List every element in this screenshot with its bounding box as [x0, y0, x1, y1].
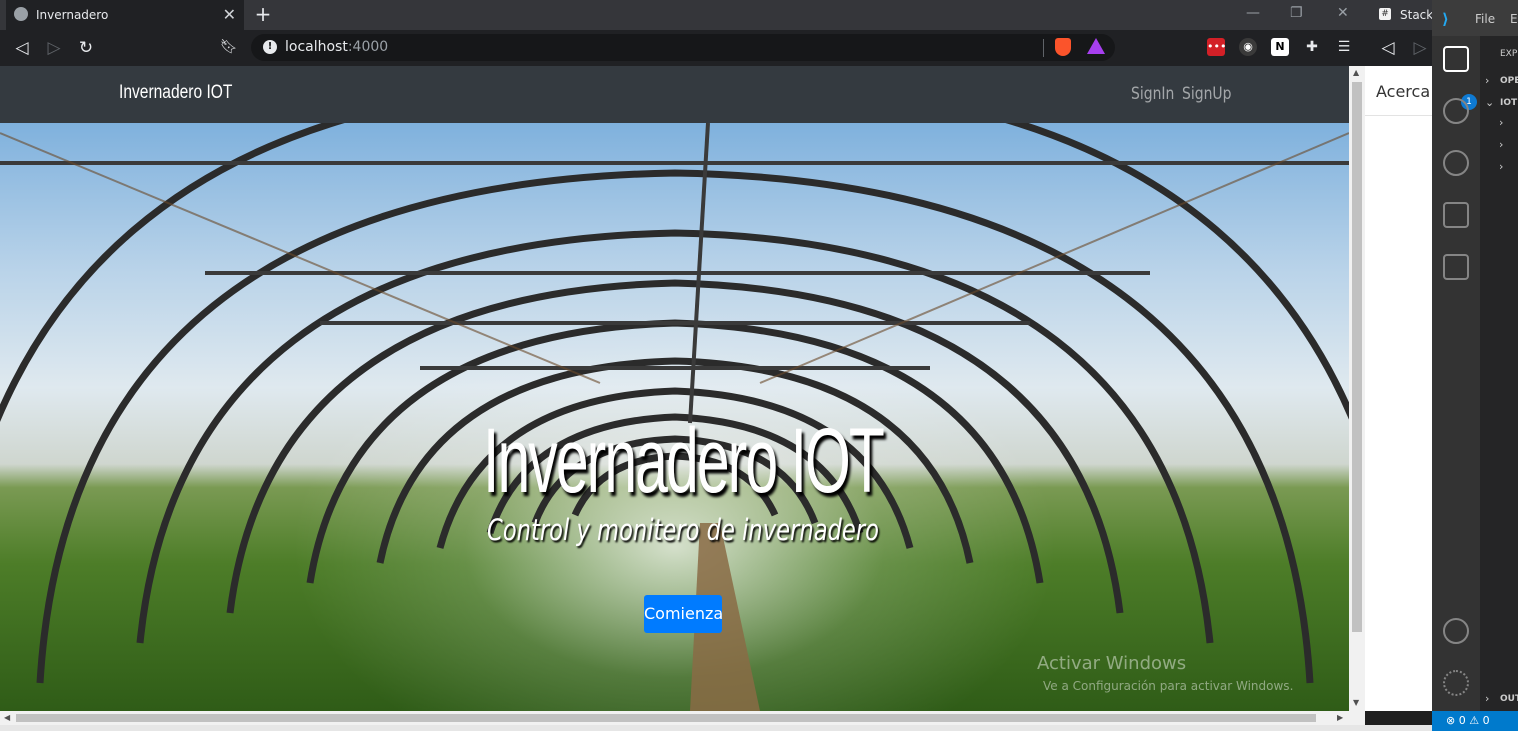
- vscode-titlebar: ⟩ File E: [1432, 0, 1518, 36]
- brave-shields-icon[interactable]: [1055, 38, 1071, 56]
- side-panel-header: Acerca: [1365, 66, 1432, 116]
- scroll-right-icon[interactable]: ▶: [1337, 713, 1343, 722]
- url-host: localhost: [285, 39, 348, 55]
- vertical-scroll-thumb[interactable]: [1352, 82, 1362, 632]
- activate-windows-hint: Ve a Configuración para activar Windows.: [1043, 679, 1294, 693]
- side-window-panel: Acerca: [1365, 66, 1432, 711]
- close-window-icon[interactable]: ✕: [1337, 5, 1349, 21]
- menu-file[interactable]: File: [1475, 12, 1495, 26]
- extension-owl-icon[interactable]: ◉: [1239, 38, 1257, 56]
- bookmark-icon[interactable]: 🔖︎: [220, 39, 238, 55]
- vertical-scrollbar[interactable]: ▲ ▼: [1349, 66, 1365, 711]
- extension-lastpass-icon[interactable]: •••: [1207, 38, 1226, 56]
- open-editors-section[interactable]: OPE: [1500, 76, 1518, 86]
- problems-status[interactable]: ⊗ 0 ⚠ 0: [1446, 714, 1490, 727]
- explorer-header: EXP: [1500, 49, 1518, 59]
- brave-rewards-icon[interactable]: [1087, 38, 1105, 54]
- scroll-down-icon[interactable]: ▼: [1353, 698, 1359, 707]
- web-page: Invernadero IOT SignIn SignUp Invernader…: [0, 66, 1349, 711]
- url-text[interactable]: localhost:4000: [285, 39, 388, 55]
- chevron-right-icon[interactable]: ›: [1485, 74, 1489, 87]
- side-panel-title[interactable]: Acerca: [1376, 82, 1430, 101]
- folder-chevron-icon[interactable]: ›: [1499, 116, 1503, 129]
- hero-greenhouse-image: Invernadero IOT Control y monitero de in…: [0, 123, 1349, 711]
- browser-toolbar: ◁ ▷ ↻ 🔖︎ ! localhost:4000 ••• ◉ N ✚ ☰ ◁ …: [0, 30, 1432, 66]
- address-bar[interactable]: ! localhost:4000: [251, 34, 1115, 61]
- settings-gear-icon[interactable]: [1443, 670, 1469, 696]
- project-section[interactable]: IOT: [1500, 98, 1517, 108]
- hero-subtitle: Control y monitero de invernadero: [487, 513, 879, 547]
- vscode-window: ⟩ File E 1 EXP › OPE ⌄ IOT › › › › OUT ⊗…: [1432, 0, 1518, 731]
- account-icon[interactable]: [1443, 618, 1469, 644]
- close-tab-icon[interactable]: ✕: [223, 5, 236, 24]
- activate-windows-title: Activar Windows: [1037, 653, 1187, 674]
- navbar-brand[interactable]: Invernadero IOT: [119, 82, 232, 104]
- explorer-icon[interactable]: [1443, 46, 1469, 72]
- menu-icon[interactable]: ☰: [1335, 38, 1353, 56]
- back-icon[interactable]: ◁: [12, 38, 32, 58]
- vscode-logo-icon: ⟩: [1442, 10, 1449, 28]
- hero-title: Invernadero IOT: [483, 410, 885, 512]
- taskbar-strip: [0, 725, 1432, 731]
- other-back-icon[interactable]: ◁: [1378, 38, 1398, 58]
- site-navbar: Invernadero IOT SignIn SignUp: [0, 66, 1349, 123]
- browser-tab[interactable]: Invernadero ✕: [6, 0, 244, 30]
- new-tab-button[interactable]: +: [252, 2, 274, 26]
- extension-notion-icon[interactable]: N: [1271, 38, 1289, 56]
- chevron-down-icon[interactable]: ⌄: [1485, 96, 1494, 109]
- extensions-puzzle-icon[interactable]: ✚: [1303, 38, 1321, 56]
- stack-favicon-icon: #: [1379, 8, 1391, 20]
- nav-signup-link[interactable]: SignUp: [1182, 84, 1231, 104]
- comienza-button[interactable]: Comienza: [644, 595, 723, 633]
- horizontal-scroll-thumb[interactable]: [16, 714, 1316, 722]
- other-window-tab[interactable]: # Stackl: [1376, 0, 1437, 30]
- other-forward-icon[interactable]: ▷: [1410, 38, 1430, 58]
- scroll-left-icon[interactable]: ◀: [4, 713, 10, 722]
- horizontal-scrollbar[interactable]: ◀ ▶: [0, 711, 1365, 725]
- minimize-icon[interactable]: —: [1246, 5, 1260, 21]
- activity-bar: 1: [1432, 36, 1480, 711]
- scroll-up-icon[interactable]: ▲: [1353, 68, 1359, 77]
- chevron-right-icon[interactable]: ›: [1485, 692, 1489, 705]
- restore-icon[interactable]: ❐: [1290, 5, 1303, 21]
- extensions-icon[interactable]: [1443, 254, 1469, 280]
- reload-icon[interactable]: ↻: [76, 38, 96, 58]
- folder-chevron-icon[interactable]: ›: [1499, 160, 1503, 173]
- url-port: :4000: [347, 39, 389, 55]
- divider: [1043, 39, 1044, 57]
- forward-icon[interactable]: ▷: [44, 38, 64, 58]
- nav-signin-link[interactable]: SignIn: [1131, 84, 1174, 104]
- tab-title: Invernadero: [36, 8, 109, 22]
- vscode-statusbar: ⊗ 0 ⚠ 0: [1432, 711, 1518, 731]
- source-control-icon[interactable]: [1443, 150, 1469, 176]
- site-info-icon[interactable]: !: [263, 40, 277, 54]
- browser-tab-bar: Invernadero ✕ + — ❐ ✕ # Stackl: [0, 0, 1437, 30]
- search-icon[interactable]: [1443, 98, 1469, 124]
- folder-chevron-icon[interactable]: ›: [1499, 138, 1503, 151]
- menu-edit[interactable]: E: [1510, 12, 1518, 26]
- run-debug-icon[interactable]: [1443, 202, 1469, 228]
- explorer-sidebar: EXP › OPE ⌄ IOT › › › › OUT: [1480, 36, 1518, 711]
- outline-section[interactable]: OUT: [1500, 694, 1518, 704]
- globe-icon: [14, 7, 28, 21]
